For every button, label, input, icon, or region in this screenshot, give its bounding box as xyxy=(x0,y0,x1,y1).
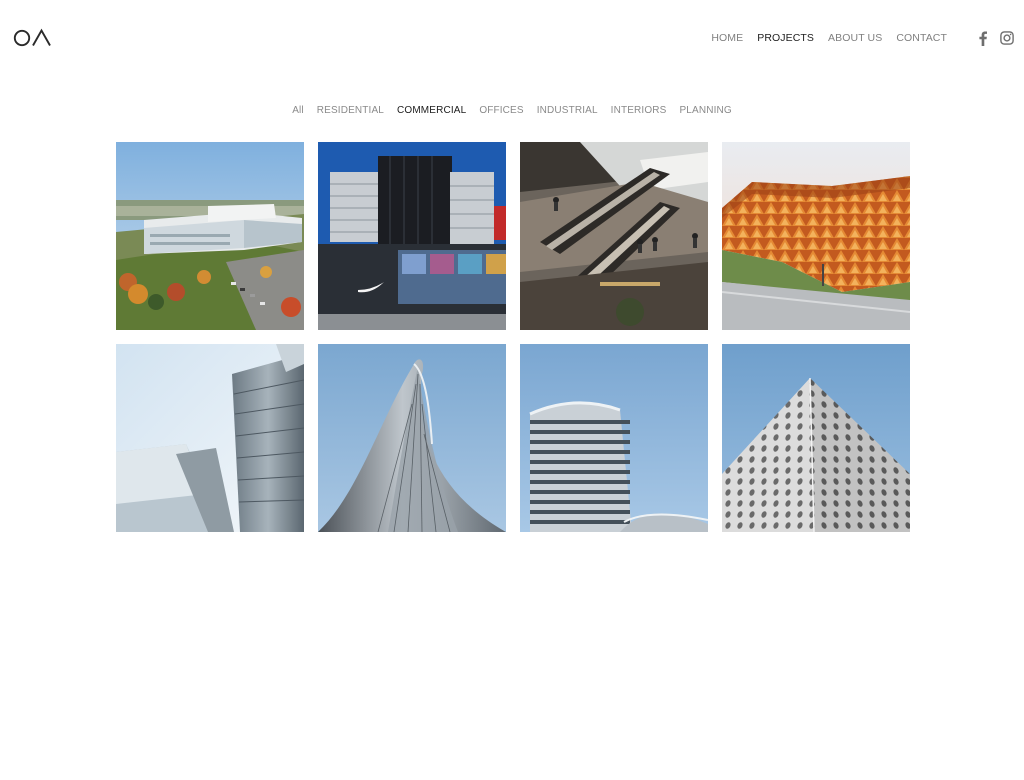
main-nav: HOME PROJECTS ABOUT US CONTACT xyxy=(697,30,1024,46)
facebook-icon[interactable] xyxy=(975,30,991,46)
project-tile-curved-tower[interactable] xyxy=(520,344,708,532)
project-image-retail-building xyxy=(318,142,506,330)
projects-page: HOME PROJECTS ABOUT US CONTACT All RESID… xyxy=(0,0,1024,780)
project-grid xyxy=(116,142,910,532)
project-tile-mall-atrium[interactable] xyxy=(520,142,708,330)
filter-industrial[interactable]: INDUSTRIAL xyxy=(537,104,598,118)
category-filter-bar: All RESIDENTIAL COMMERCIAL OFFICES INDUS… xyxy=(0,104,1024,118)
project-tile-twisting-tower[interactable] xyxy=(318,344,506,532)
project-image-twisting-tower xyxy=(318,344,506,532)
nav-contact[interactable]: CONTACT xyxy=(896,32,947,44)
social-links xyxy=(967,30,1015,46)
nav-home[interactable]: HOME xyxy=(711,32,743,44)
project-tile-triangular-facade[interactable] xyxy=(722,142,910,330)
project-tile-silver-facade[interactable] xyxy=(116,344,304,532)
project-tile-perforated-facade[interactable] xyxy=(722,344,910,532)
project-tile-office-campus[interactable] xyxy=(116,142,304,330)
instagram-icon[interactable] xyxy=(999,30,1015,46)
project-image-curved-tower xyxy=(520,344,708,532)
project-tile-retail-building[interactable] xyxy=(318,142,506,330)
nav-about-us[interactable]: ABOUT US xyxy=(828,32,882,44)
filter-all[interactable]: All xyxy=(292,104,304,118)
nav-projects[interactable]: PROJECTS xyxy=(757,32,814,44)
filter-residential[interactable]: RESIDENTIAL xyxy=(317,104,384,118)
filter-interiors[interactable]: INTERIORS xyxy=(611,104,667,118)
project-image-office-campus xyxy=(116,142,304,330)
filter-planning[interactable]: PLANNING xyxy=(679,104,731,118)
project-image-triangular-facade xyxy=(722,142,910,330)
project-image-perforated-facade xyxy=(722,344,910,532)
project-image-silver-facade xyxy=(116,344,304,532)
filter-offices[interactable]: OFFICES xyxy=(479,104,523,118)
project-image-mall-atrium xyxy=(520,142,708,330)
logo[interactable] xyxy=(13,28,53,48)
filter-commercial[interactable]: COMMERCIAL xyxy=(397,104,466,118)
